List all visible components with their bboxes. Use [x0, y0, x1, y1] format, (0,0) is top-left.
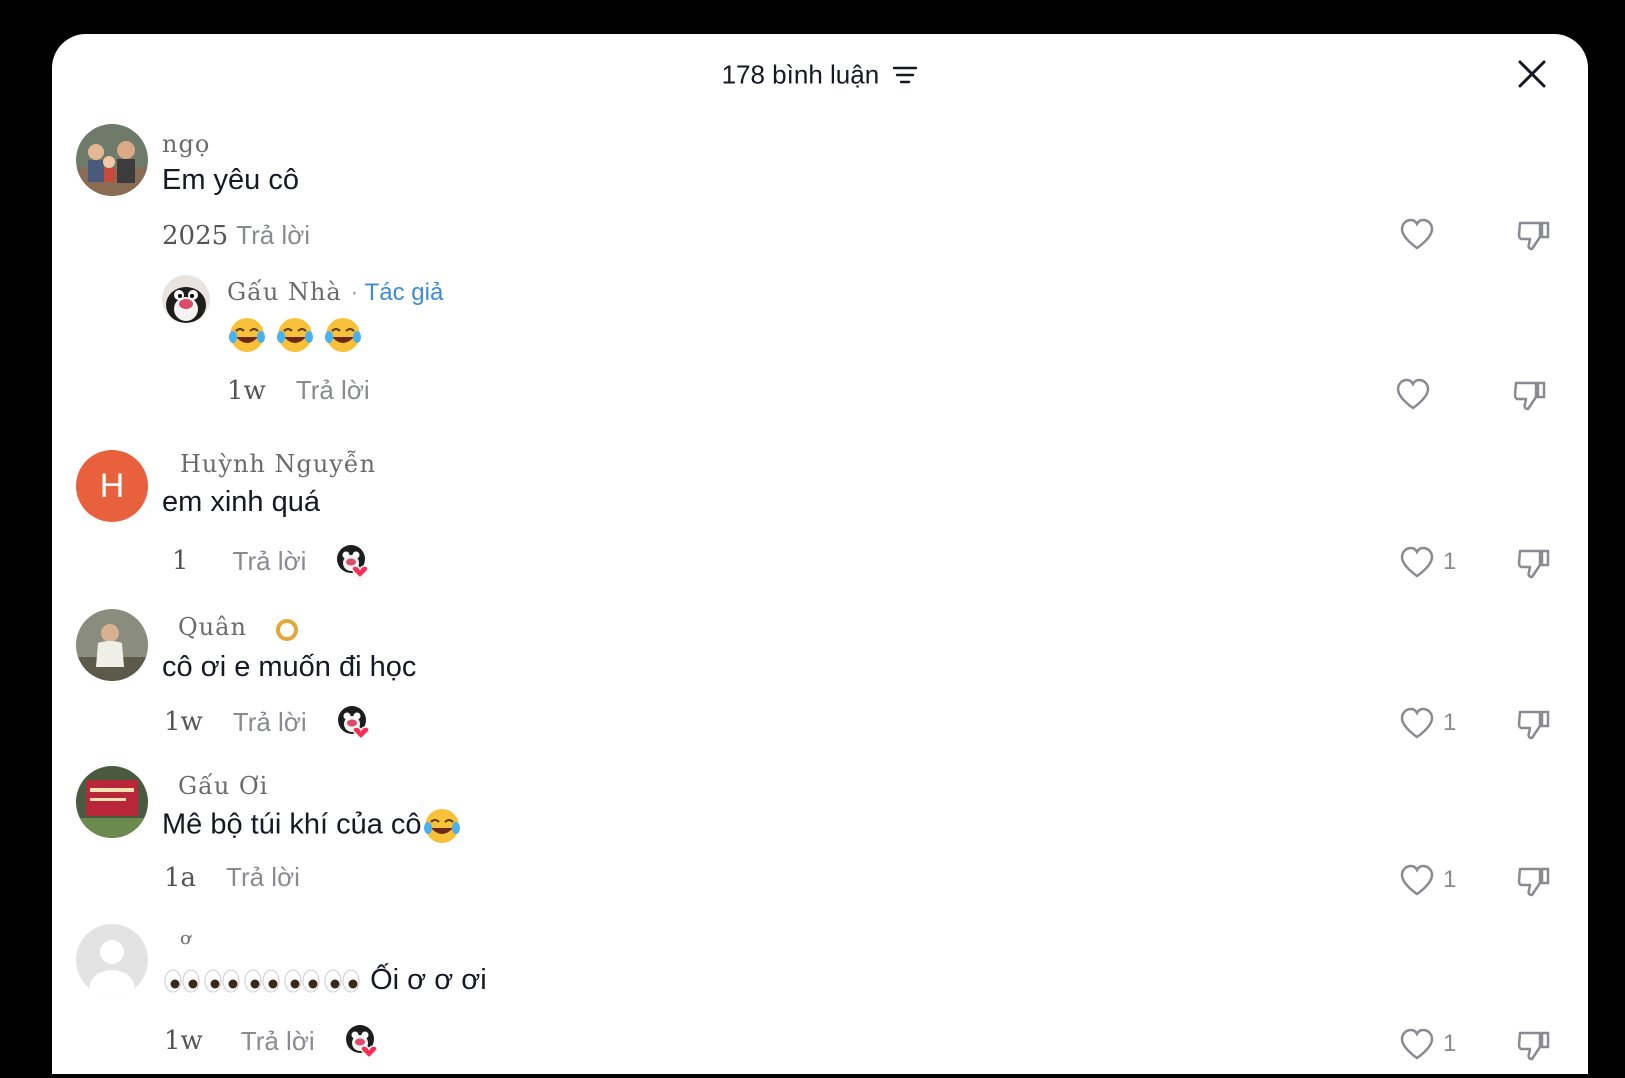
comment-text-content: Ối ơ ơ ơi — [370, 964, 487, 996]
separator-dot: · — [350, 279, 365, 306]
comment-meta: 1 Trả lời — [172, 544, 370, 580]
like-count: 1 — [1443, 548, 1457, 575]
eyes-emoji-icon — [164, 969, 200, 993]
comments-count-title[interactable]: 178 bình luận — [52, 58, 1588, 91]
comment-username[interactable]: Gấu Ơi — [178, 772, 268, 800]
like-count: 1 — [1443, 709, 1457, 736]
avatar[interactable] — [76, 766, 148, 838]
reply-button[interactable]: Trả lời — [226, 862, 300, 893]
comment-text: Em yêu cô — [162, 164, 299, 196]
comment-time: 1a — [164, 862, 197, 893]
like-button[interactable]: 1 — [1399, 707, 1456, 739]
like-button[interactable]: 1 — [1399, 546, 1456, 578]
comment-time: 1 — [172, 546, 189, 576]
comment-time: 1w — [227, 375, 266, 406]
heart-icon — [1396, 378, 1430, 410]
heart-icon — [1400, 546, 1434, 578]
reply-button[interactable]: Trả lời — [241, 1026, 315, 1057]
laughing-emoji-icon — [423, 809, 460, 843]
comment-time: 1w — [164, 707, 203, 737]
comment-text: Ối ơ ơ ơi — [162, 964, 487, 997]
comments-panel: 178 bình luận ngọ Em yêu cô 2025 Trả lời… — [52, 34, 1588, 1074]
comment-time: 1w — [164, 1026, 203, 1056]
comment-item: Gấu Ơi Mê bộ túi khí của cô 1a Trả lời 1 — [52, 766, 1588, 916]
dislike-icon[interactable] — [1516, 1027, 1552, 1063]
close-icon[interactable] — [1516, 58, 1548, 90]
creator-liked-badge — [345, 1024, 379, 1060]
comment-text: cô ơi e muốn đi học — [162, 651, 417, 683]
eyes-emoji-group — [162, 964, 370, 996]
like-button[interactable] — [1399, 218, 1443, 250]
laughing-emoji-icon — [277, 318, 314, 352]
reply-username[interactable]: Gấu Nhà — [227, 278, 342, 306]
reply-text — [227, 315, 363, 355]
comment-text: em xinh quá — [162, 486, 320, 518]
laughing-emoji-icon — [229, 318, 265, 352]
heart-icon — [1400, 707, 1434, 739]
comment-text-content: Mê bộ túi khí của cô — [162, 808, 422, 841]
dislike-icon[interactable] — [1516, 545, 1552, 581]
eyes-emoji-icon — [324, 969, 360, 993]
comment-item: H Huỳnh Nguyễn em xinh quá 1 Trả lời 1 — [52, 450, 1588, 600]
sort-filter-icon[interactable] — [892, 64, 918, 86]
ring-emoji-icon — [275, 618, 298, 641]
comment-username-text[interactable]: Quân — [178, 613, 247, 641]
eyes-emoji-icon — [244, 969, 280, 993]
reply-button[interactable]: Trả lời — [233, 546, 307, 577]
like-button[interactable] — [1395, 378, 1439, 410]
avatar[interactable] — [162, 275, 210, 323]
avatar[interactable] — [76, 124, 148, 196]
creator-liked-badge — [337, 705, 371, 741]
reply-username-row: Gấu Nhà · Tác giả — [227, 278, 443, 307]
author-badge: Tác giả — [364, 279, 444, 306]
comment-time: 2025 — [162, 220, 229, 251]
comments-count-label: 178 bình luận — [721, 59, 880, 90]
laughing-emoji-icon — [325, 318, 362, 352]
heart-icon — [1400, 864, 1434, 896]
heart-icon — [1400, 1028, 1434, 1060]
heart-icon — [1400, 218, 1434, 250]
eyes-emoji-icon — [204, 969, 240, 993]
eyes-emoji-icon — [284, 969, 320, 993]
comment-meta: 2025 Trả lời — [162, 220, 310, 251]
like-button[interactable]: 1 — [1399, 1028, 1456, 1060]
reply-button[interactable]: Trả lời — [236, 220, 310, 251]
comment-meta: 1w Trả lời — [164, 705, 371, 741]
comment-username[interactable]: ngọ — [162, 130, 210, 158]
comment-item: ngọ Em yêu cô 2025 Trả lời — [52, 124, 1588, 274]
comment-username[interactable]: Huỳnh Nguyễn — [180, 450, 376, 478]
reply-meta: 1w Trả lời — [227, 375, 370, 406]
comments-header: 178 bình luận — [52, 34, 1588, 114]
comment-username: Quân — [178, 613, 300, 642]
avatar[interactable]: H — [76, 450, 148, 522]
reply-item: Gấu Nhà · Tác giả 1w Trả lời — [52, 275, 1588, 425]
comment-meta: 1w Trả lời — [164, 1024, 379, 1060]
like-count: 1 — [1443, 1030, 1457, 1057]
dislike-icon[interactable] — [1516, 217, 1552, 253]
avatar[interactable] — [76, 924, 148, 996]
comment-item: Quân cô ơi e muốn đi học 1w Trả lời 1 — [52, 609, 1588, 759]
creator-liked-badge — [336, 544, 370, 580]
avatar[interactable] — [76, 609, 148, 681]
comment-item: ơ Ối ơ ơ ơi 1w Trả lời 1 — [52, 924, 1588, 1074]
default-avatar-icon — [76, 924, 148, 996]
reply-button[interactable]: Trả lời — [296, 375, 370, 406]
comment-username[interactable]: ơ — [180, 928, 192, 949]
comment-meta: 1a Trả lời — [164, 862, 300, 893]
dislike-icon[interactable] — [1512, 377, 1548, 413]
dislike-icon[interactable] — [1516, 706, 1552, 742]
like-button[interactable]: 1 — [1399, 864, 1456, 896]
reply-button[interactable]: Trả lời — [233, 707, 307, 738]
dislike-icon[interactable] — [1516, 863, 1552, 899]
comment-text: Mê bộ túi khí của cô — [162, 806, 462, 846]
like-count: 1 — [1443, 866, 1457, 893]
